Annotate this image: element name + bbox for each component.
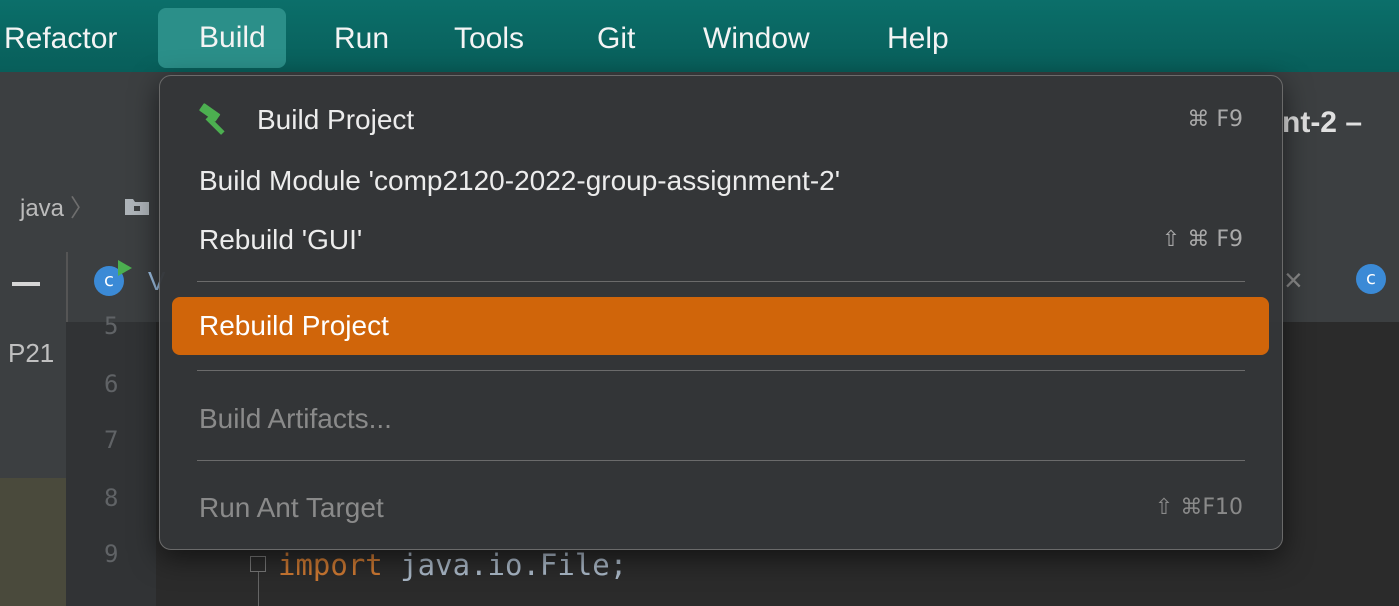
- line-number: 5: [104, 312, 119, 340]
- menu-window[interactable]: Window: [703, 8, 810, 70]
- menu-item-build-project[interactable]: Build Project ⌘ F9: [172, 91, 1269, 149]
- tab-close-icon[interactable]: ×: [1284, 262, 1303, 299]
- window-title: nt-2 –: [1282, 106, 1363, 139]
- line-number: 8: [104, 484, 119, 512]
- menu-item-run-ant-target[interactable]: Run Ant Target ⇧ ⌘F10: [172, 479, 1269, 537]
- menu-separator: [197, 281, 1245, 282]
- menu-item-label: Build Project: [257, 104, 415, 135]
- line-number: 7: [104, 426, 119, 454]
- run-badge-icon: [118, 260, 132, 276]
- hammer-icon: [199, 103, 225, 135]
- menu-tools[interactable]: Tools: [454, 8, 524, 70]
- tab-divider: [66, 252, 68, 322]
- menu-item-label: Build Module 'comp2120-2022-group-assign…: [199, 165, 841, 196]
- menu-item-label: Build Artifacts...: [199, 403, 392, 434]
- menu-item-build-module[interactable]: Build Module 'comp2120-2022-group-assign…: [172, 152, 1269, 210]
- menu-item-rebuild-gui[interactable]: Rebuild 'GUI' ⇧ ⌘ F9: [172, 211, 1269, 269]
- menu-run[interactable]: Run: [334, 8, 389, 70]
- menu-item-shortcut: ⇧ ⌘F10: [1154, 495, 1243, 520]
- menu-item-rebuild-project[interactable]: Rebuild Project: [172, 297, 1269, 355]
- build-menu-dropdown: Build Project ⌘ F9 Build Module 'comp212…: [159, 75, 1283, 550]
- menu-item-shortcut: ⌘ F9: [1187, 107, 1243, 132]
- breadcrumb-separator: 〉: [70, 195, 95, 222]
- menu-item-label: Run Ant Target: [199, 492, 384, 523]
- fold-icon[interactable]: [250, 556, 266, 572]
- menu-separator: [197, 370, 1245, 371]
- folder-icon[interactable]: [124, 196, 150, 216]
- menu-bar: Refactor Build Run Tools Git Window Help: [0, 0, 1399, 72]
- menu-git[interactable]: Git: [597, 8, 635, 70]
- code-text: java.io.File;: [382, 548, 628, 582]
- menu-item-label: Rebuild 'GUI': [199, 224, 363, 255]
- menu-separator: [197, 460, 1245, 461]
- project-panel-label[interactable]: P21: [8, 338, 54, 369]
- class-file-icon-2[interactable]: c: [1356, 264, 1386, 294]
- menu-item-build-artifacts[interactable]: Build Artifacts...: [172, 390, 1269, 448]
- line-number: 9: [104, 540, 119, 568]
- code-keyword: import: [278, 548, 383, 582]
- menu-build[interactable]: Build: [158, 8, 286, 68]
- breadcrumb[interactable]: java 〉: [20, 188, 100, 223]
- menu-help[interactable]: Help: [887, 8, 949, 70]
- menu-item-shortcut: ⇧ ⌘ F9: [1161, 227, 1243, 252]
- menu-item-label: Rebuild Project: [199, 310, 389, 341]
- code-line[interactable]: import java.io.File;: [278, 548, 627, 582]
- project-panel-selection: [0, 478, 66, 606]
- breadcrumb-java[interactable]: java: [20, 195, 64, 222]
- menu-refactor[interactable]: Refactor: [4, 8, 117, 70]
- collapse-icon[interactable]: [12, 282, 40, 286]
- fold-guide: [258, 572, 259, 606]
- line-number: 6: [104, 370, 119, 398]
